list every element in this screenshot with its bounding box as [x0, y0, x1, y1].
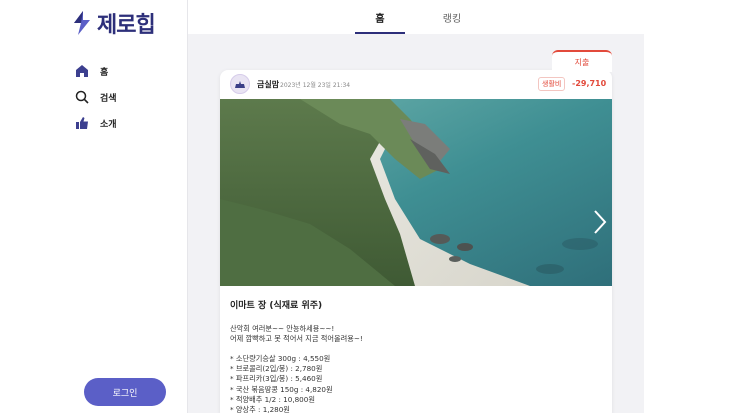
home-icon: [74, 63, 90, 79]
next-image-icon[interactable]: [592, 209, 608, 235]
logo-text: 제로힙: [97, 13, 156, 38]
app-logo[interactable]: 제로힙: [72, 10, 156, 38]
expense-type-tab[interactable]: 지출: [552, 50, 612, 72]
main-content: 홈 랭킹 지출 금실맘 2023년 12월 23일 21:34 생활비 -29,…: [188, 0, 644, 413]
tab-ranking[interactable]: 랭킹: [427, 0, 477, 34]
sidebar-item-label: 소개: [100, 119, 117, 130]
post-photo[interactable]: [220, 99, 612, 286]
post-card[interactable]: 금실맘 2023년 12월 23일 21:34 생활비 -29,710 이마트 …: [220, 70, 612, 413]
search-icon: [74, 89, 90, 105]
sidebar-item-home[interactable]: 홈: [74, 58, 117, 84]
tab-bar: 홈 랭킹: [188, 0, 644, 34]
sidebar-item-search[interactable]: 검색: [74, 84, 117, 110]
logo-mark-icon: [74, 11, 90, 35]
sidebar-item-about[interactable]: 소개: [74, 110, 117, 136]
post-body: 산악회 여러분~~ 안뇽하세용~~! 어제 깜빡하고 못 적어서 지금 적어올려…: [230, 324, 363, 413]
sidebar-item-label: 홈: [100, 67, 109, 78]
category-badge: 생활비: [538, 77, 566, 91]
post-username[interactable]: 금실맘: [257, 79, 279, 90]
thumbs-up-icon: [74, 115, 90, 131]
sidebar-nav: 홈 검색 소개: [74, 58, 117, 136]
post-amount: -29,710: [572, 79, 607, 88]
post-title: 이마트 장 (식재료 위주): [230, 301, 323, 311]
post-header: 금실맘 2023년 12월 23일 21:34 생활비 -29,710: [220, 70, 612, 100]
login-button[interactable]: 로그인: [84, 378, 166, 406]
sidebar: 제로힙 홈 검색 소개 로그인: [0, 0, 188, 413]
sidebar-item-label: 검색: [100, 93, 117, 104]
avatar[interactable]: [230, 74, 250, 94]
post-timestamp: 2023년 12월 23일 21:34: [280, 82, 351, 89]
tab-home[interactable]: 홈: [355, 0, 405, 34]
